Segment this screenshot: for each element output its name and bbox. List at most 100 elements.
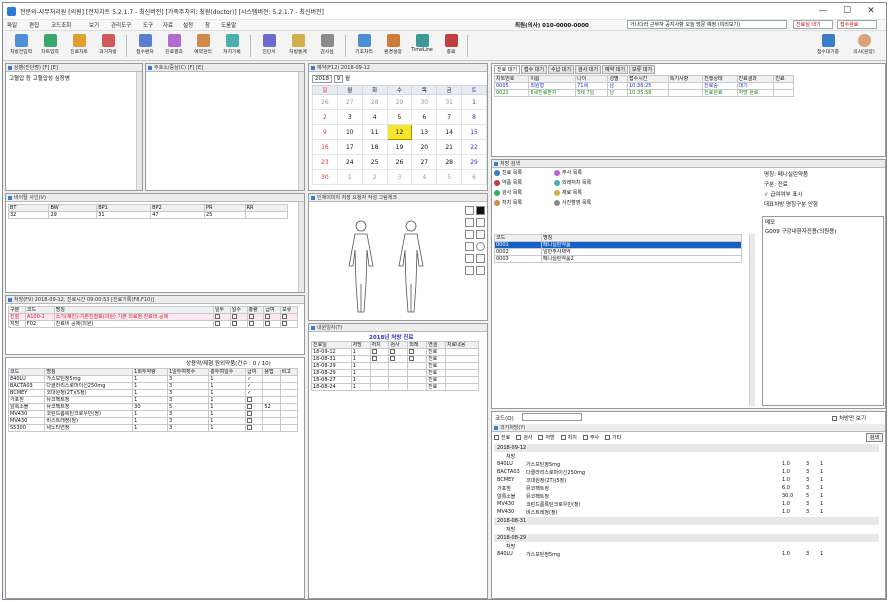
rx-right-line-3[interactable]: 대표처방 명칭구분 안함	[764, 200, 818, 208]
menu-edit[interactable]: 편집	[29, 21, 39, 29]
calendar-day[interactable]: 6	[461, 169, 487, 185]
calendar-day[interactable]: 29	[461, 154, 487, 170]
checkbox-icon[interactable]	[247, 425, 253, 430]
toolbar-button-4[interactable]: 접수환자	[131, 33, 159, 59]
toolbar-button-12[interactable]: 환경설정	[379, 33, 407, 59]
text-tool-icon[interactable]	[465, 266, 474, 275]
past-rx-filter[interactable]: 검사	[516, 435, 532, 441]
toolbar-button-6[interactable]: 예약관리	[189, 33, 217, 59]
calendar-day[interactable]: 28	[361, 94, 388, 110]
ellipse-tool-icon[interactable]	[476, 242, 485, 251]
toolbar-button-7[interactable]: 처치기록	[218, 33, 246, 59]
history-row[interactable]: 18-08-27 1 진료	[311, 376, 480, 384]
pencil-tool-icon[interactable]	[465, 206, 474, 215]
toolbar-button-3[interactable]: 과거처방	[94, 33, 122, 59]
drug-row[interactable]: MV430 비스트레정(정) 1 3 1	[7, 417, 299, 425]
calendar-day[interactable]: 23	[312, 154, 338, 170]
calendar-month[interactable]: 9	[333, 75, 344, 83]
order-cell[interactable]	[280, 320, 298, 328]
past-rx-date-row[interactable]: 2018-08-31	[494, 517, 879, 525]
menu-settings[interactable]: 설정	[183, 21, 193, 29]
calendar-day[interactable]: 24	[336, 154, 363, 170]
notice-ticker[interactable]: 가나다라 근무자 공지사항 오늘 방문 예정 (미리보기)	[627, 20, 787, 29]
column-header[interactable]: 진행상태	[702, 75, 738, 83]
status-tag-waiting[interactable]: 진료실 대기	[793, 20, 833, 29]
calendar-day[interactable]: 6	[411, 109, 438, 125]
drug-row[interactable]: 가포흰 뮤코펙트정 1 3 1	[7, 396, 299, 404]
checkbox-icon[interactable]	[247, 418, 253, 423]
past-rx-item[interactable]: MV430 코린드롬록틴크로우민(정) 1.0 3 1	[494, 501, 879, 509]
menu-admin[interactable]: 관리도구	[111, 21, 131, 29]
past-rx-filter[interactable]: 기타	[605, 435, 621, 441]
order-row[interactable]: 처방 F02 진료비 공제(의원)	[8, 320, 298, 328]
arc-tool-icon[interactable]	[476, 266, 485, 275]
past-rx-date-row[interactable]: 2018-08-29	[494, 534, 879, 542]
rx-row[interactable]: 0003 페니실린약품2	[494, 255, 742, 263]
rx-row[interactable]: 0001 페니실린약품	[494, 241, 742, 249]
vital-value[interactable]: 25	[204, 211, 246, 219]
minimize-button[interactable]: —	[811, 5, 835, 18]
body-figure-image[interactable]	[311, 204, 461, 319]
symptom-scrollbar[interactable]	[298, 72, 304, 190]
patient-tab[interactable]: 예약 대기	[602, 65, 628, 74]
toolbar-button-13[interactable]: TimeLine	[408, 33, 436, 59]
fill-tool-icon[interactable]	[476, 218, 485, 227]
toolbar-button-14[interactable]: 종료	[437, 33, 465, 59]
calendar-day[interactable]: 16	[312, 139, 338, 155]
calendar-day[interactable]: 20	[411, 139, 438, 155]
toolbar-button-8[interactable]: 진단서	[255, 33, 283, 59]
history-row[interactable]: 18-08-24 1 진료	[311, 383, 480, 391]
vitals-scrollbar[interactable]	[298, 202, 304, 292]
past-rx-item[interactable]: BACTA03 다클라리스로마이신250mg 1.0 3 1	[494, 469, 879, 477]
past-rx-date-row[interactable]: 2018-09-12	[494, 444, 879, 452]
column-header[interactable]: 진료	[773, 75, 794, 83]
patient-tab[interactable]: 진료 대기	[494, 65, 520, 74]
calendar-day[interactable]: 13	[411, 124, 438, 140]
diagnosis-row[interactable]: 고혈압 등 고혈압성 심장병	[9, 74, 70, 82]
menu-tools[interactable]: 도구	[143, 21, 153, 29]
order-cell[interactable]	[280, 313, 298, 321]
past-rx-item[interactable]: 가포흰 뮤코펙트정 6.0 3 1	[494, 485, 879, 493]
history-row[interactable]: 18-08-29 1 진료	[311, 369, 480, 377]
close-button[interactable]: ✕	[859, 5, 883, 18]
calendar-day[interactable]: 12	[386, 124, 413, 140]
rx-option[interactable]: 사진촬영 목록	[554, 199, 591, 206]
order-cell[interactable]	[246, 313, 265, 321]
order-cell[interactable]	[263, 313, 282, 321]
diagnosis-scrollbar[interactable]	[136, 72, 142, 190]
toolbar-button-10[interactable]: 검사실	[313, 33, 341, 59]
toolbar-button-2[interactable]: 진료차트	[65, 33, 93, 59]
history-row[interactable]: 18-08-29 1 진료	[311, 362, 480, 370]
order-cell[interactable]	[246, 320, 265, 328]
calendar-day[interactable]: 10	[336, 124, 363, 140]
drug-row[interactable]: S5300 세노타연정 1 3 1	[7, 424, 299, 432]
vital-value[interactable]: 31	[96, 211, 152, 219]
calendar-day[interactable]: 3	[386, 169, 413, 185]
checkbox-icon[interactable]	[247, 404, 253, 409]
calendar-day[interactable]: 5	[436, 169, 463, 185]
rx-option[interactable]: 약품 목록	[494, 179, 522, 186]
drug-row[interactable]: BACTA03 다클라리스로마이신250mg 1 3 1 ✓	[7, 382, 299, 390]
past-rx-item[interactable]: 840LU 가스모틴정5mg 1.0 3 1	[494, 461, 879, 469]
past-rx-filter[interactable]: 처방	[538, 435, 555, 441]
waiting-status-button[interactable]: 접수대기중	[811, 33, 845, 59]
menu-code[interactable]: 코드조회	[51, 21, 71, 29]
calendar-day[interactable]: 29	[386, 94, 413, 110]
menu-view[interactable]: 보기	[89, 21, 99, 29]
menu-data[interactable]: 자료	[163, 21, 173, 29]
calendar-day[interactable]: 27	[336, 94, 363, 110]
past-rx-item[interactable]: 840LU 가스모틴정5mg 1.0 3 1	[494, 551, 879, 559]
past-rx-filter[interactable]: 진료	[494, 435, 510, 441]
user-button[interactable]: 의사(원장)	[849, 33, 879, 59]
calendar-day[interactable]: 5	[386, 109, 413, 125]
rx-right-line-2[interactable]: ✓ 급여여부 표시	[764, 190, 802, 198]
order-cell[interactable]	[212, 313, 231, 321]
curve-tool-icon[interactable]	[476, 254, 485, 263]
history-row[interactable]: 18-09-12 1 진료	[311, 348, 480, 356]
color-black-icon[interactable]	[476, 206, 485, 215]
calendar-day[interactable]: 31	[436, 94, 463, 110]
menu-help[interactable]: 도움말	[221, 21, 236, 29]
drug-row[interactable]: 840LU 가스모틴정5mg 1 3 1 ✓	[7, 375, 299, 383]
past-rx-search-input[interactable]	[522, 413, 582, 421]
calendar-day[interactable]: 30	[411, 94, 438, 110]
